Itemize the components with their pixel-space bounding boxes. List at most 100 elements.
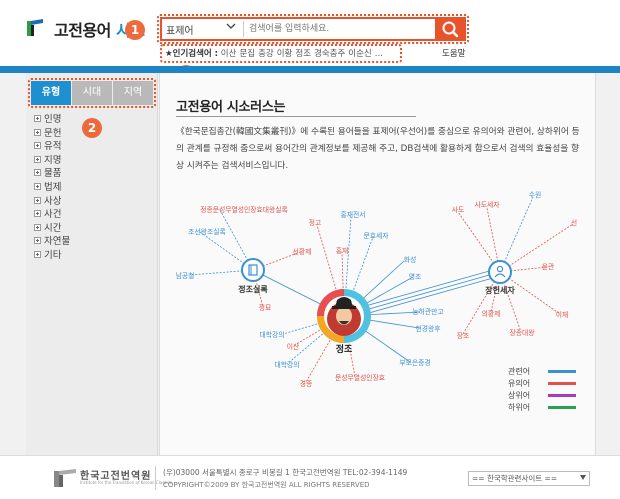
graph-term[interactable]: 경종	[300, 379, 313, 388]
graph-term[interactable]: 선	[571, 218, 577, 227]
graph-term[interactable]: 선황제	[293, 247, 312, 256]
popular-keyword[interactable]: 정조	[295, 49, 311, 59]
expand-icon[interactable]	[34, 251, 41, 258]
callout-badge-2: 2	[82, 118, 102, 138]
tree-item-law[interactable]: 법제	[34, 179, 61, 193]
graph-term[interactable]: 홍재	[336, 246, 349, 255]
graph-term[interactable]: 대학강의	[274, 360, 299, 369]
graph-term[interactable]: 수원	[529, 190, 542, 199]
graph-term[interactable]: 이산	[287, 342, 300, 351]
legend-label: 하위어	[508, 403, 531, 412]
popular-keyword[interactable]: 이순신	[348, 49, 371, 59]
search-icon	[442, 21, 459, 38]
graph-term[interactable]: 장조	[457, 331, 470, 340]
footer-divider	[155, 466, 156, 490]
related-sites-select[interactable]: == 한국학관련사이트 ==	[468, 471, 590, 486]
callout-badge-1: 1	[125, 20, 145, 40]
header-bar	[0, 66, 620, 73]
title-underline	[176, 116, 416, 117]
page-title: 고전용어 시소러스는	[176, 100, 286, 115]
popular-keyword[interactable]: 이산	[221, 49, 237, 59]
page-description: 《한국문집총간(韓國文集叢刊)》에 수록된 용어들을 표제어(우선어)를 중심으…	[176, 127, 580, 171]
graph-term[interactable]: 능허관만고	[412, 307, 443, 316]
graph-term[interactable]: 영조	[409, 272, 422, 281]
expand-icon[interactable]	[34, 210, 41, 218]
center-node[interactable]	[317, 289, 371, 343]
graph-term[interactable]: 문성무열성인장효	[335, 373, 385, 382]
expand-icon[interactable]	[34, 115, 41, 122]
tree-item-object[interactable]: 물품	[34, 165, 61, 179]
legend-label: 관련어	[508, 367, 531, 376]
hub-right-label: 장헌세자	[485, 285, 515, 295]
hub-node-right[interactable]	[488, 260, 512, 284]
graph-term[interactable]: 대학강의	[259, 330, 284, 339]
footer-address: (우)03000 서울특별시 종로구 비봉길 1 한국고전번역원 TEL:02-…	[163, 468, 408, 477]
search-button[interactable]	[435, 17, 466, 41]
graph-term[interactable]: 문효세자	[363, 231, 389, 240]
graph-term[interactable]: 의황제	[482, 309, 501, 318]
tree-item-place[interactable]: 지명	[34, 152, 61, 166]
legend-swatch	[548, 394, 576, 397]
legend-label: 상위어	[508, 391, 531, 400]
graph-term[interactable]: 화성	[404, 255, 417, 264]
legend-swatch	[548, 406, 576, 409]
popular-keyword[interactable]: 충강	[258, 49, 274, 59]
tab-era[interactable]: 시대	[72, 81, 112, 105]
popular-keywords: ★인기검색어 : 이산 문집 충강 이황 정조 경숙충주 이순신...	[165, 47, 386, 59]
expand-icon[interactable]	[34, 128, 41, 136]
graph-term[interactable]: 정고	[309, 218, 322, 227]
search-category-select[interactable]: 표제어	[166, 22, 194, 37]
help-link[interactable]: 도움말	[442, 47, 465, 59]
tab-type[interactable]: 유형	[31, 81, 71, 105]
legend-swatch	[548, 370, 576, 373]
graph-term[interactable]: 홍재전서	[340, 210, 365, 219]
center-label: 정조	[336, 343, 353, 355]
tab-region[interactable]: 지역	[113, 81, 153, 105]
search-divider	[243, 21, 244, 37]
expand-icon[interactable]	[34, 223, 41, 231]
graph-term[interactable]: 부모은중경	[399, 358, 430, 367]
popular-keyword-more[interactable]: ...	[375, 49, 383, 59]
expand-icon[interactable]	[34, 237, 41, 245]
tree-item-etc[interactable]: 기타	[34, 247, 61, 261]
chevron-down-icon[interactable]	[226, 21, 236, 31]
graph-term[interactable]: 현경왕후	[415, 324, 440, 333]
popular-keyword[interactable]: 이황	[277, 49, 293, 59]
expand-icon[interactable]	[34, 196, 41, 204]
expand-icon[interactable]	[34, 183, 41, 190]
footer-copyright: COPYRIGHT©2009 BY 한국고전번역원 ALL RIGHTS RES…	[163, 481, 370, 489]
graph-term[interactable]: 정종문성무열성인장효대왕실록	[200, 205, 288, 214]
tree-item-literature[interactable]: 문헌	[34, 125, 61, 139]
expand-icon[interactable]	[34, 155, 41, 163]
caret-down-icon[interactable]	[580, 475, 586, 480]
popular-label: ★인기검색어 :	[165, 49, 219, 59]
hub-node-left[interactable]	[241, 258, 265, 282]
footer-logo-icon	[54, 469, 76, 487]
graph-term[interactable]: 장종대왕	[509, 328, 534, 337]
popular-keyword[interactable]: 문집	[239, 49, 255, 59]
tree-item-event[interactable]: 사건	[34, 206, 61, 220]
graph-term[interactable]: 이재	[556, 310, 569, 319]
logo-text-main: 고전용어	[54, 21, 111, 40]
tree-item-person[interactable]: 인명	[34, 111, 61, 125]
graph-term[interactable]: 윤관	[542, 262, 555, 271]
legend-label: 유의어	[508, 379, 531, 388]
tree-item-nature[interactable]: 자연물	[34, 233, 70, 247]
graph-term[interactable]: 정묘	[259, 303, 272, 312]
expand-icon[interactable]	[34, 169, 41, 177]
tree-item-time[interactable]: 시간	[34, 220, 61, 234]
expand-icon[interactable]	[34, 142, 41, 150]
thesaurus-graph: 정조실록 장헌세자 정조 정종문성무열성인장효대왕실록 조선왕조실록 남공철 선…	[176, 190, 578, 388]
footer-org-sub: Institute for the Translation of Korean …	[80, 480, 172, 485]
tree-item-relic[interactable]: 유적	[34, 138, 61, 152]
legend-swatch	[548, 382, 576, 385]
popular-keyword[interactable]: 경숙충주	[314, 49, 345, 59]
graph-term[interactable]: 남공철	[176, 271, 195, 280]
graph-term[interactable]: 조선왕조실록	[188, 227, 226, 236]
tree-item-thought[interactable]: 사상	[34, 193, 61, 207]
logo-mark-icon	[27, 19, 43, 36]
search-input[interactable]	[249, 20, 433, 38]
hub-left-label: 정조실록	[238, 284, 268, 294]
graph-term[interactable]: 사도	[452, 205, 465, 214]
graph-term[interactable]: 사도세자	[474, 200, 500, 209]
